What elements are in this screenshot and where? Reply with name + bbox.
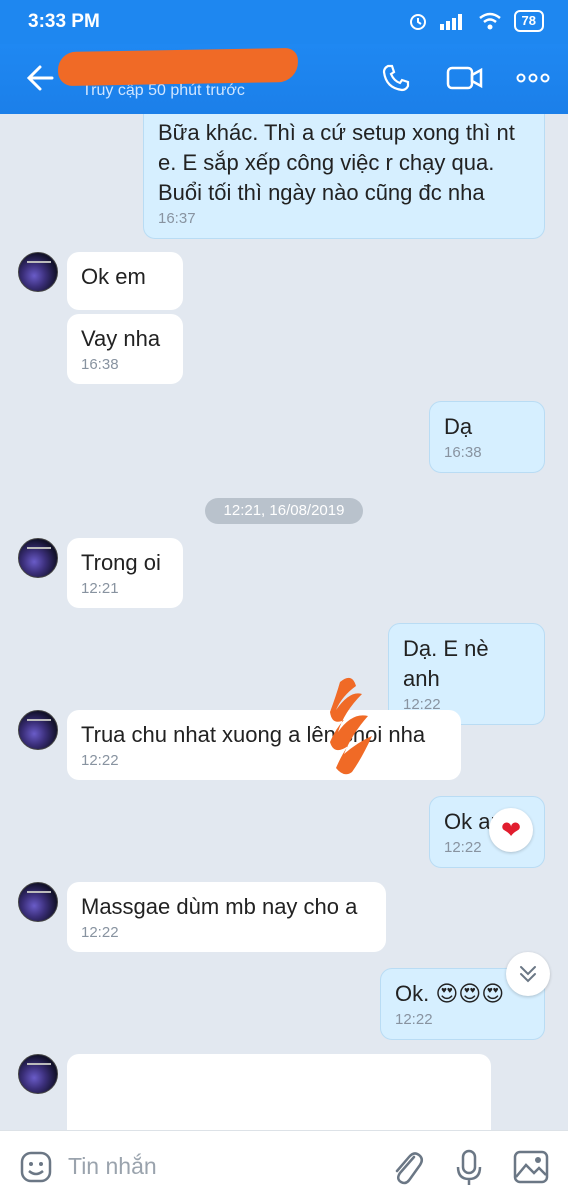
message-list[interactable]: Bữa khác. Thì a cứ setup xong thì nt e. … xyxy=(0,114,568,1130)
message-time: 12:22 xyxy=(81,752,119,769)
message-bubble-incoming[interactable]: Trong oi 12:21 xyxy=(67,538,183,608)
message-time: 12:21 xyxy=(81,580,119,597)
phone-icon[interactable] xyxy=(380,62,412,94)
message-bubble-incoming[interactable]: Trua chu nhat xuong a lên choi nha 12:22 xyxy=(67,710,461,780)
status-bar: 3:33 PM 78 xyxy=(0,0,568,44)
message-bubble-incoming[interactable]: Massgae dùm mb nay cho a 12:22 xyxy=(67,882,386,952)
video-camera-icon[interactable] xyxy=(446,62,484,94)
message-time: 16:38 xyxy=(81,356,119,373)
arrow-left-icon[interactable] xyxy=(22,60,58,96)
message-text: Ok em xyxy=(81,264,146,289)
redaction-scribble xyxy=(330,677,372,775)
message-input[interactable]: Tin nhắn xyxy=(68,1153,157,1180)
avatar[interactable] xyxy=(18,252,58,292)
message-bubble-incoming[interactable]: Vay nha 16:38 xyxy=(67,314,183,384)
microphone-icon[interactable] xyxy=(454,1149,484,1187)
wifi-icon xyxy=(478,12,501,30)
message-bubble-incoming[interactable] xyxy=(67,1054,491,1130)
message-text: Dạ. E nè anh xyxy=(403,636,489,691)
message-time: 12:22 xyxy=(81,924,119,941)
paperclip-icon[interactable] xyxy=(390,1149,424,1187)
message-text: Trong oi xyxy=(81,550,161,575)
message-bubble-outgoing[interactable]: Dạ 16:38 xyxy=(429,401,545,473)
message-time: 16:37 xyxy=(158,210,196,227)
message-text: Bữa khác. Thì a cứ setup xong thì nt e. … xyxy=(158,120,515,205)
message-time: 12:22 xyxy=(395,1011,433,1028)
more-dots-icon[interactable] xyxy=(516,72,550,84)
message-text: Massgae dùm mb nay cho a xyxy=(81,894,358,919)
message-text: Ok. 😍😍😍 xyxy=(395,981,505,1006)
avatar[interactable] xyxy=(18,1054,58,1094)
chat-header: Truy cập 50 phút trước xyxy=(0,44,568,114)
alarm-icon xyxy=(409,14,426,30)
message-bubble-outgoing[interactable]: Bữa khác. Thì a cứ setup xong thì nt e. … xyxy=(143,114,545,239)
chevron-double-down-icon[interactable] xyxy=(506,952,550,996)
redacted-contact-name xyxy=(57,47,299,87)
avatar[interactable] xyxy=(18,710,58,750)
heart-icon[interactable]: ❤ xyxy=(489,808,533,852)
message-time: 16:38 xyxy=(444,444,482,461)
status-time: 3:33 PM xyxy=(28,11,100,32)
message-text: Dạ xyxy=(444,414,473,439)
image-icon[interactable] xyxy=(512,1149,550,1185)
avatar[interactable] xyxy=(18,882,58,922)
message-composer: Tin nhắn xyxy=(0,1130,568,1200)
avatar[interactable] xyxy=(18,538,58,578)
signal-icon xyxy=(439,14,462,30)
status-icons: 78 xyxy=(408,10,544,32)
battery-indicator: 78 xyxy=(513,10,544,32)
message-bubble-incoming[interactable]: Ok em xyxy=(67,252,183,310)
date-separator: 12:21, 16/08/2019 xyxy=(205,498,363,524)
emoji-icon[interactable] xyxy=(18,1149,54,1185)
message-text: Vay nha xyxy=(81,326,161,351)
